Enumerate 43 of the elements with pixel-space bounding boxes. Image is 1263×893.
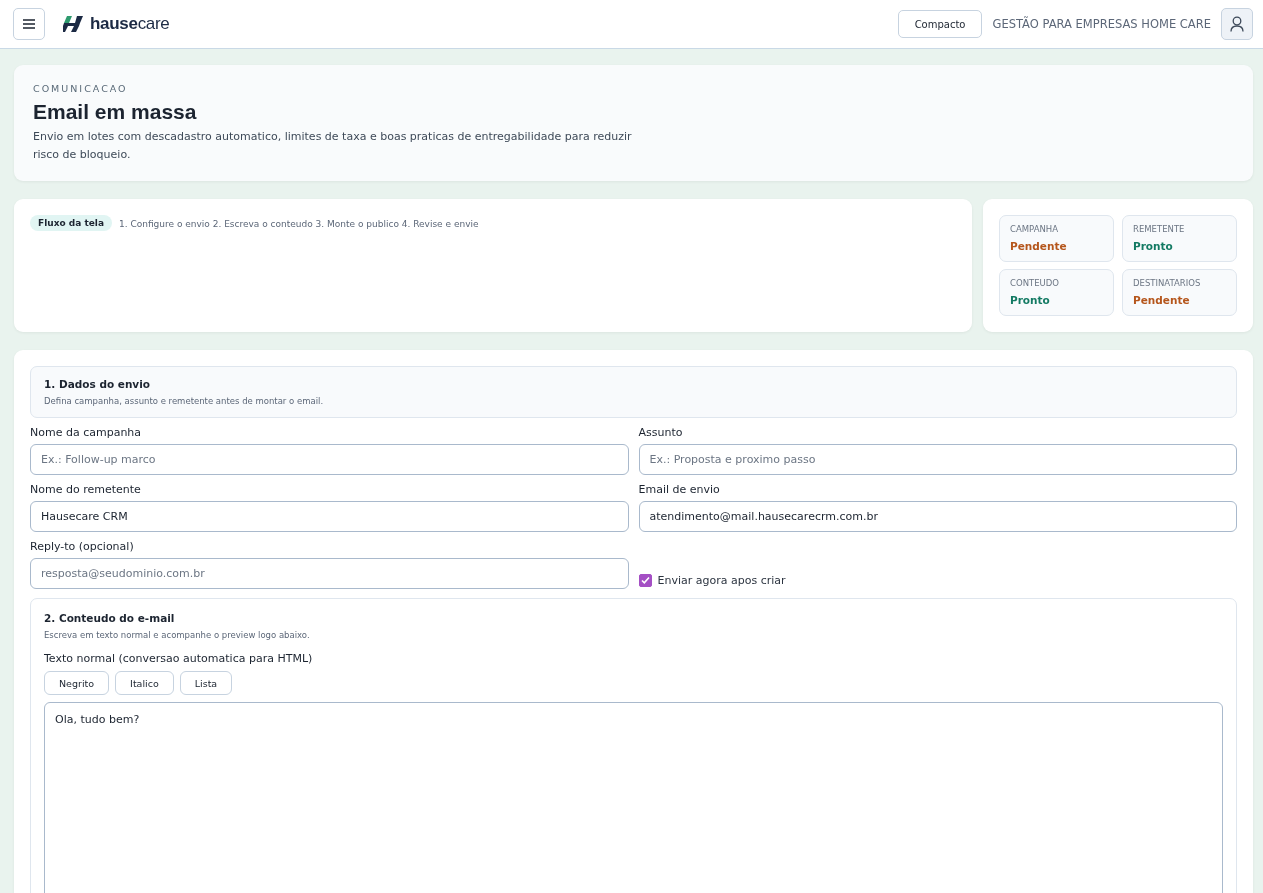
section-subtitle: Defina campanha, assunto e remetente antes de montar o email.	[44, 396, 325, 407]
status-label: CONTEUDO	[1010, 278, 1060, 289]
field-label: Assunto	[638, 426, 684, 440]
checkbox[interactable]	[638, 574, 652, 588]
logo-icon	[63, 16, 85, 32]
format-button[interactable]: Lista	[179, 671, 233, 696]
input-field[interactable]: Hausecare CRM	[30, 501, 629, 533]
compact-button[interactable]: Compacto	[897, 10, 983, 38]
status-value: Pronto	[1010, 294, 1051, 307]
format-button[interactable]: Italico	[115, 671, 174, 696]
status-value: Pronto	[1133, 240, 1174, 253]
tagline: GESTÃO PARA EMPRESAS HOME CARE	[992, 17, 1211, 31]
section-subtitle: Escreva em texto normal e acompanhe o preview logo abaixo.	[44, 630, 311, 641]
check-icon	[640, 576, 650, 586]
menu-button[interactable]	[13, 8, 45, 40]
message-textarea[interactable]: Ola, tudo bem?	[44, 702, 1223, 893]
input-field[interactable]: Ex.: Proposta e proximo passo	[638, 444, 1237, 476]
field-label: Nome da campanha	[30, 426, 143, 440]
field-label: Nome do remetente	[30, 483, 142, 497]
status-label: CAMPANHA	[1010, 224, 1060, 235]
status-value: Pendente	[1133, 294, 1191, 307]
logo-text: hausecare	[90, 14, 170, 34]
editor-label: Texto normal (conversao automatica para HTML)	[44, 652, 314, 666]
user-icon	[1230, 16, 1244, 32]
input-field[interactable]: Ex.: Follow-up marco	[30, 444, 629, 476]
menu-icon	[23, 19, 35, 29]
input-field[interactable]: atendimento@mail.hausecarecrm.com.br	[638, 501, 1237, 533]
flow-badge: Fluxo da tela	[30, 215, 112, 232]
input-field[interactable]: resposta@seudominio.com.br	[30, 558, 629, 590]
section-title: 1. Dados do envio	[44, 378, 152, 391]
format-button[interactable]: Negrito	[44, 671, 110, 696]
checkbox-label: Enviar agora apos criar	[657, 574, 786, 588]
flow-steps: 1. Configure o envio 2. Escreva o conteudo 3. Monte o publico 4. Revise e envie	[119, 215, 479, 230]
status-value: Pendente	[1010, 240, 1068, 253]
section-title: 2. Conteudo do e-mail	[44, 612, 176, 625]
page-description: Envio em lotes com descadastro automatico, limites de taxa e boas praticas de entregabilidade para reduzir risco de bloqueio.	[33, 129, 633, 163]
user-button[interactable]	[1221, 8, 1253, 40]
status-label: DESTINATARIOS	[1133, 278, 1202, 289]
eyebrow: COMUNICACAO	[33, 83, 129, 94]
status-label: REMETENTE	[1133, 224, 1186, 235]
page-title: Email em massa	[33, 100, 198, 124]
field-label: Reply-to (opcional)	[30, 540, 135, 554]
field-label: Email de envio	[638, 483, 721, 497]
